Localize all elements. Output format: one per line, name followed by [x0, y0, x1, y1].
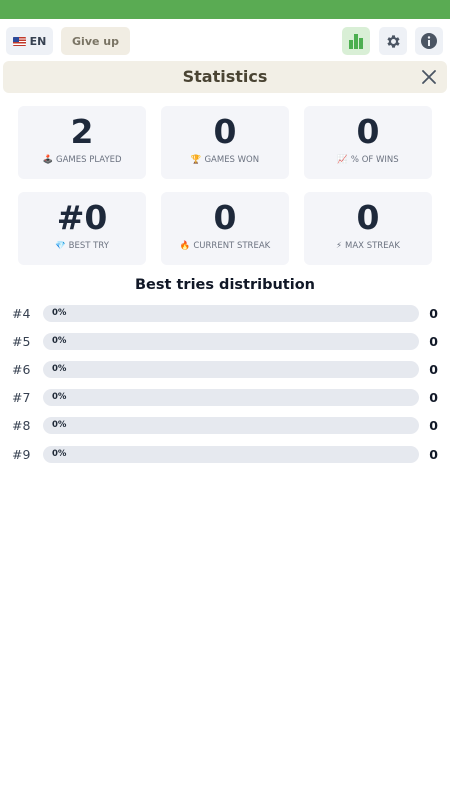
stat-card-win-percent: 0 📈% OF WINS	[304, 106, 432, 179]
stat-value: 0	[213, 112, 237, 151]
give-up-button[interactable]: Give up	[61, 27, 130, 55]
close-button[interactable]	[419, 67, 439, 87]
stat-label: 💎 BEST TRY	[55, 241, 109, 251]
distribution-count: 0	[429, 334, 438, 349]
distribution-row-label: #7	[12, 390, 31, 405]
distribution-percent: 0%	[52, 336, 67, 346]
distribution-row: #6 0% 0	[0, 361, 450, 379]
distribution-percent: 0%	[52, 420, 67, 430]
distribution-percent: 0%	[52, 308, 67, 318]
stat-value: 2	[70, 112, 94, 151]
distribution-bar: 0%	[43, 389, 419, 406]
distribution-row-label: #6	[12, 362, 31, 377]
stat-card-max-streak: 0 ⚡ MAX STREAK	[304, 192, 432, 265]
stat-label: 🔥 CURRENT STREAK	[179, 241, 271, 251]
lightning-icon: ⚡	[336, 241, 343, 251]
stat-value: 0	[356, 198, 380, 237]
stat-label: ⚡ MAX STREAK	[336, 241, 400, 251]
stat-value: #0	[56, 198, 108, 237]
joystick-icon: 🕹️	[42, 155, 54, 165]
fire-icon: 🔥	[179, 241, 191, 251]
info-button[interactable]	[415, 27, 443, 55]
stat-card-games-won: 0 🏆 GAMES WON	[161, 106, 289, 179]
stat-value: 0	[213, 198, 237, 237]
distribution-count: 0	[429, 418, 438, 433]
statistics-header: Statistics	[3, 61, 447, 93]
distribution-row: #7 0% 0	[0, 389, 450, 407]
distribution-percent: 0%	[52, 392, 67, 402]
distribution-row: #5 0% 0	[0, 333, 450, 351]
bar-chart-icon	[349, 34, 363, 49]
distribution-percent: 0%	[52, 364, 67, 374]
distribution-row: #8 0% 0	[0, 417, 450, 435]
language-button[interactable]: EN	[6, 27, 53, 55]
diamond-icon: 💎	[55, 241, 66, 251]
distribution-row: #9 0% 0	[0, 446, 450, 464]
distribution-row-label: #8	[12, 418, 31, 433]
info-icon	[421, 33, 437, 49]
stat-card-games-played: 2 🕹️ GAMES PLAYED	[18, 106, 146, 179]
distribution-bar: 0%	[43, 417, 419, 434]
distribution-row-label: #9	[12, 447, 31, 462]
distribution-count: 0	[429, 390, 438, 405]
stat-card-best-try: #0 💎 BEST TRY	[18, 192, 146, 265]
distribution-row-label: #4	[12, 306, 31, 321]
distribution-row-label: #5	[12, 334, 31, 349]
close-icon	[422, 70, 436, 84]
distribution-count: 0	[429, 447, 438, 462]
distribution-percent: 0%	[52, 449, 67, 459]
distribution-title: Best tries distribution	[135, 277, 315, 293]
stat-label: 📈% OF WINS	[337, 155, 399, 165]
trophy-icon: 🏆	[190, 155, 202, 165]
statistics-title: Statistics	[182, 67, 268, 86]
stat-value: 0	[356, 112, 380, 151]
stats-button[interactable]	[342, 27, 370, 55]
distribution-count: 0	[429, 306, 438, 321]
stat-card-current-streak: 0 🔥 CURRENT STREAK	[161, 192, 289, 265]
toolbar: EN Give up	[0, 27, 450, 56]
top-status-bar	[0, 0, 450, 19]
distribution-bar: 0%	[43, 361, 419, 378]
distribution-bar: 0%	[43, 305, 419, 322]
gear-icon	[386, 34, 400, 48]
distribution-bar: 0%	[43, 333, 419, 350]
stat-label: 🕹️ GAMES PLAYED	[42, 155, 122, 165]
settings-button[interactable]	[379, 27, 407, 55]
trend-chart-icon: 📈	[337, 155, 348, 165]
distribution-bar: 0%	[43, 446, 419, 463]
us-flag-icon	[12, 36, 26, 46]
distribution-row: #4 0% 0	[0, 305, 450, 323]
language-label: EN	[29, 34, 47, 48]
distribution-count: 0	[429, 362, 438, 377]
stat-label: 🏆 GAMES WON	[190, 155, 260, 165]
